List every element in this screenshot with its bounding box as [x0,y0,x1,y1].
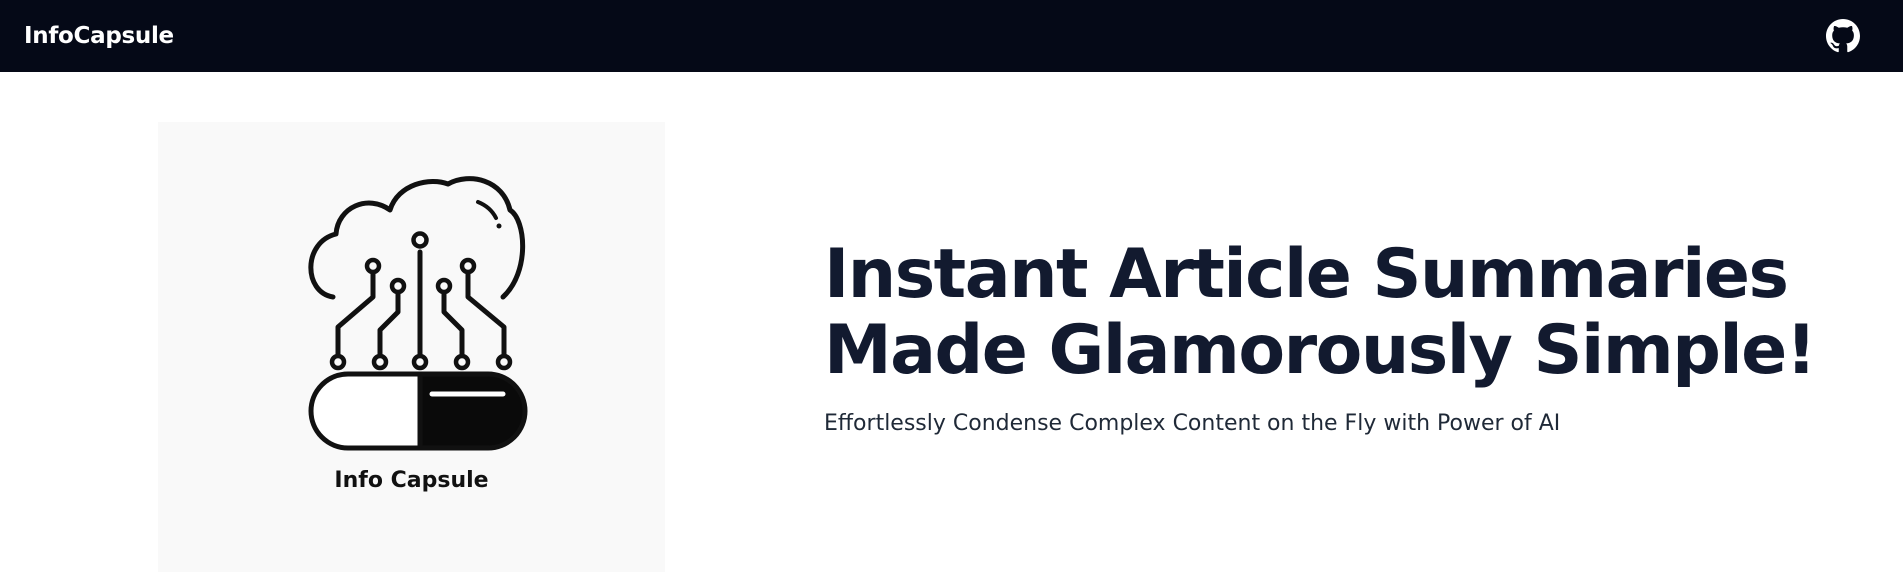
headline-line-1: Instant Article Summaries [824,235,1789,314]
headline-line-2: Made Glamorously Simple! [824,311,1817,390]
hero-section: Info Capsule Instant Article Summaries M… [0,72,1903,572]
logo-caption: Info Capsule [334,468,489,493]
top-navbar: InfoCapsule [0,0,1903,72]
hero-subheadline: Effortlessly Condense Complex Content on… [824,411,1561,436]
hero-headline: Instant Article Summaries Made Glamorous… [824,237,1824,389]
github-icon [1826,19,1860,53]
github-link[interactable] [1825,18,1861,54]
hero-text: Instant Article Summaries Made Glamorous… [824,237,1824,437]
cloud-circuit-capsule-logo [308,176,528,451]
logo-image: Info Capsule [158,122,665,572]
brand-name[interactable]: InfoCapsule [24,23,174,49]
